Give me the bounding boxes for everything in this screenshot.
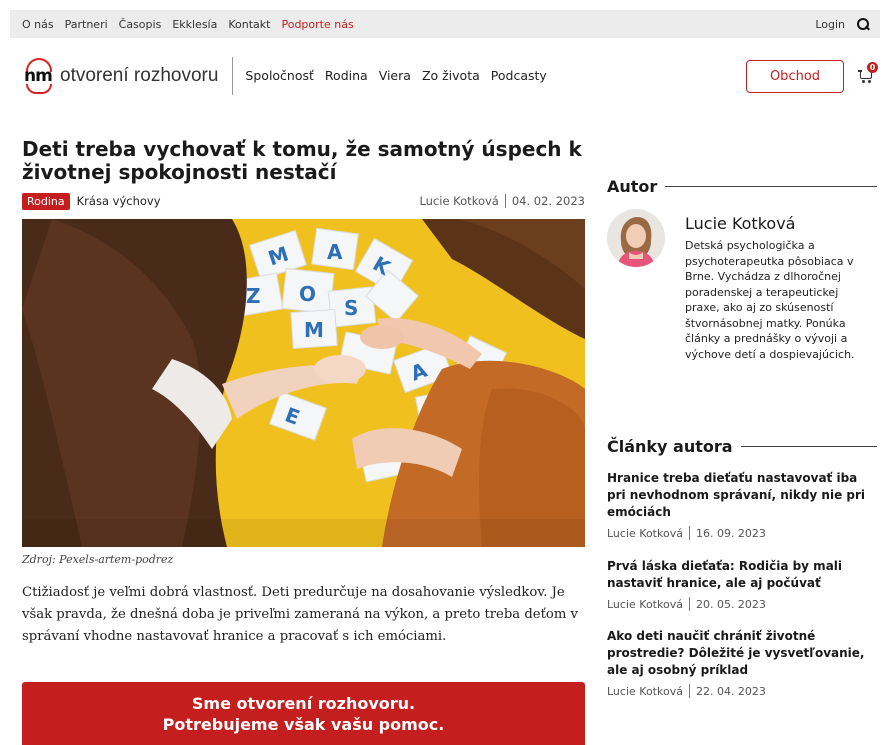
svg-text:M: M [304,318,324,342]
category-badge[interactable]: Rodina [22,192,70,210]
author-article-title[interactable]: Hranice treba dieťaťu nastavovať iba pri… [607,470,879,521]
article-hero-image: M A K Z O S M A V E [22,219,585,547]
site-logo[interactable]: nm otvorení rozhovoru [22,54,218,98]
top-link-kontakt[interactable]: Kontakt [228,18,270,31]
svg-text:S: S [344,296,358,320]
top-bar: O nás Partneri Časopis Ekklesía Kontakt … [10,10,880,38]
author-article-title[interactable]: Prvá láska dieťaťa: Rodičia by mali nast… [607,558,879,592]
author-article-date: 16. 09. 2023 [695,526,766,540]
top-link-partneri[interactable]: Partneri [65,18,108,31]
author-article-date: 22. 04. 2023 [695,684,766,698]
byline-separator [688,684,690,698]
author-article-item[interactable]: Hranice treba dieťaťu nastavovať iba pri… [607,470,879,540]
svg-text:Z: Z [246,284,261,308]
articles-heading: Články autora [607,437,877,456]
nav-item-spolocnost[interactable]: Spoločnosť [245,68,314,83]
author-article-meta: Lucie Kotková 20. 05. 2023 [607,597,879,611]
top-links: O nás Partneri Časopis Ekklesía Kontakt … [22,18,354,31]
logo-mark-text: nm [24,65,53,86]
top-link-o-nas[interactable]: O nás [22,18,54,31]
cart-icon[interactable]: 0 [858,62,878,84]
article-title: Deti treba vychovať k tomu, že samotný ú… [22,137,582,184]
nav-item-zo-zivota[interactable]: Zo života [422,68,480,83]
svg-text:O: O [299,282,316,306]
support-banner[interactable]: Sme otvorení rozhovoru. Potrebujeme však… [22,682,585,745]
login-link[interactable]: Login [815,18,845,31]
author-heading-text: Autor [607,177,658,196]
author-article-meta: Lucie Kotková 16. 09. 2023 [607,526,879,540]
byline-separator [504,194,506,208]
article-byline: Lucie Kotková 04. 02. 2023 [419,194,585,208]
support-line-2: Potrebujeme však vašu pomoc. [162,715,445,734]
article-date: 04. 02. 2023 [511,194,585,208]
top-link-ekklesia[interactable]: Ekklesía [172,18,217,31]
author-bio: Detská psychologička a psychoterapeutka … [685,239,855,361]
search-icon[interactable] [857,17,870,31]
svg-text:A: A [327,240,343,264]
author-article-item[interactable]: Prvá láska dieťaťa: Rodičia by mali nast… [607,558,879,611]
article-author[interactable]: Lucie Kotková [419,194,498,208]
article-lead: Ctižiadosť je veľmi dobrá vlastnosť. Det… [22,585,578,644]
top-link-casopis[interactable]: Časopis [119,18,162,31]
shop-button[interactable]: Obchod [746,60,844,93]
author-article-item[interactable]: Ako deti naučiť chrániť životné prostred… [607,628,879,698]
author-article-date: 20. 05. 2023 [695,597,766,611]
site-header: nm otvorení rozhovoru Spoločnosť Rodina … [10,38,880,113]
author-avatar[interactable] [607,209,665,267]
article-meta: Rodina Krása výchovy Lucie Kotková 04. 0… [22,191,585,211]
byline-separator [688,526,690,540]
nav-item-rodina[interactable]: Rodina [325,68,368,83]
byline-separator [688,597,690,611]
author-article-author: Lucie Kotková [607,684,683,698]
author-name[interactable]: Lucie Kotková [685,214,795,233]
support-line-1: Sme otvorení rozhovoru. [191,694,416,713]
author-article-author: Lucie Kotková [607,526,683,540]
cart-count-badge: 0 [867,62,878,73]
image-caption: Zdroj: Pexels-artem-podrez [22,553,174,566]
nav-item-viera[interactable]: Viera [379,68,411,83]
articles-heading-text: Články autora [607,437,733,456]
top-right: Login [815,17,870,31]
heading-rule [665,186,877,187]
header-divider [232,56,234,95]
hero-photo: M A K Z O S M A V E [22,219,585,547]
author-article-author: Lucie Kotková [607,597,683,611]
top-link-podporte[interactable]: Podporte nás [281,18,353,31]
heading-rule [740,446,877,447]
author-heading: Autor [607,177,877,196]
nav-item-podcasty[interactable]: Podcasty [491,68,547,83]
author-article-title[interactable]: Ako deti naučiť chrániť životné prostred… [607,628,879,679]
logo-icon: nm [22,54,56,98]
article-category[interactable]: Krása výchovy [77,194,161,208]
avatar-photo [607,209,665,267]
author-article-meta: Lucie Kotková 22. 04. 2023 [607,684,879,698]
main-nav: Spoločnosť Rodina Viera Zo života Podcas… [245,68,546,83]
logo-text: otvorení rozhovoru [60,64,219,86]
